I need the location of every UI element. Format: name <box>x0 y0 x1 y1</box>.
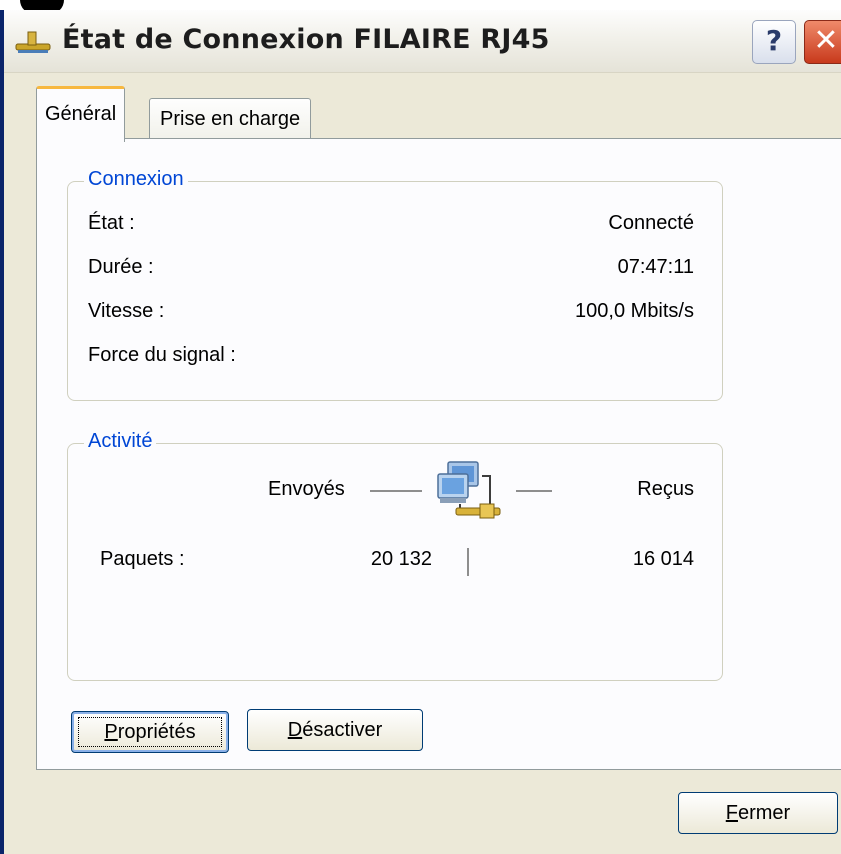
connection-legend: Connexion <box>84 168 188 191</box>
help-button[interactable]: ? <box>752 20 796 64</box>
tab-general[interactable]: Général <box>36 86 126 142</box>
packets-label: Paquets : <box>100 548 185 570</box>
activity-groupbox: Activité Envoyés Reçus Paquets : 20 132 … <box>67 430 723 681</box>
disable-label: ésactiver <box>302 719 383 741</box>
close-mnemonic: F <box>725 802 738 824</box>
received-line <box>516 490 552 492</box>
sent-line <box>370 490 422 492</box>
properties-button[interactable]: Propriétés <box>71 711 229 753</box>
close-button[interactable]: Fermer <box>678 792 838 834</box>
received-label: Reçus <box>637 478 694 500</box>
activity-divider <box>467 548 469 576</box>
network-connection-icon <box>14 30 54 60</box>
dialog-window: État de Connexion FILAIRE RJ45 ? ✕ Génér… <box>0 10 841 854</box>
disable-button[interactable]: Désactiver <box>247 709 423 751</box>
tab-support[interactable]: Prise en charge <box>149 98 312 140</box>
close-label: ermer <box>737 802 791 824</box>
sent-label: Envoyés <box>268 478 345 500</box>
speed-label: Vitesse : <box>88 300 165 322</box>
disable-mnemonic: D <box>287 719 303 741</box>
tab-panel-general: Connexion État : Connecté Durée : 07:47:… <box>36 138 841 770</box>
window-title: État de Connexion FILAIRE RJ45 <box>62 24 550 55</box>
packets-sent-value: 20 132 <box>370 548 432 570</box>
status-value: Connecté <box>608 212 694 234</box>
close-icon: ✕ <box>813 23 839 58</box>
status-label: État : <box>88 212 135 234</box>
close-window-button[interactable]: ✕ <box>804 20 841 64</box>
network-computers-icon <box>430 458 510 534</box>
activity-legend: Activité <box>84 430 157 453</box>
focus-rectangle <box>78 717 222 747</box>
packets-received-value: 16 014 <box>632 548 694 570</box>
duration-label: Durée : <box>88 256 154 278</box>
speed-value: 100,0 Mbits/s <box>575 300 694 322</box>
duration-value: 07:47:11 <box>617 256 694 278</box>
title-bar[interactable]: État de Connexion FILAIRE RJ45 ? ✕ <box>4 10 841 73</box>
signal-strength-label: Force du signal : <box>88 344 236 366</box>
connection-groupbox: Connexion État : Connecté Durée : 07:47:… <box>67 168 723 401</box>
